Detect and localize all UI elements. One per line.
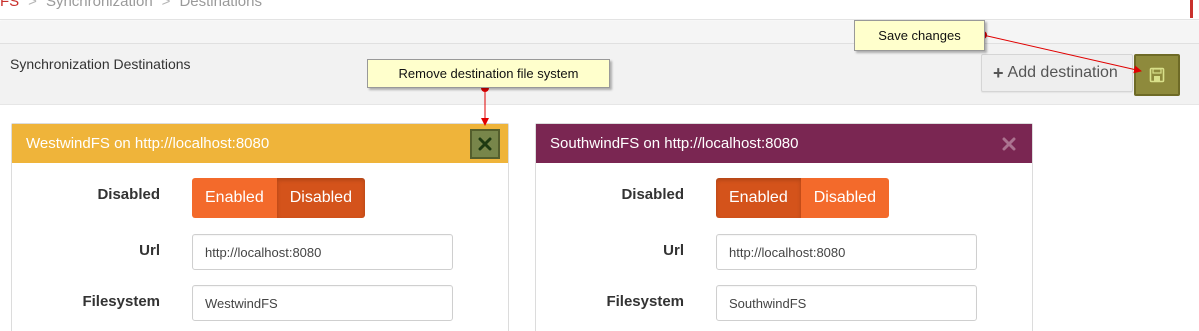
- page-gap: [0, 21, 1199, 43]
- save-changes-callout: Save changes: [854, 20, 985, 51]
- add-destination-button[interactable]: + Add destination: [981, 54, 1133, 92]
- breadcrumb-root[interactable]: FS: [0, 0, 19, 10]
- filesystem-input[interactable]: SouthwindFS: [716, 285, 977, 321]
- breadcrumb: FS > Synchronization > Destinations: [0, 0, 262, 10]
- destination-title: SouthwindFS on http://localhost:8080: [550, 135, 799, 152]
- plus-icon: +: [993, 62, 1004, 83]
- breadcrumb-item-synchronization[interactable]: Synchronization: [46, 0, 153, 10]
- breadcrumb-item-destinations: Destinations: [179, 0, 262, 10]
- disabled-row: Disabled Enabled Disabled: [536, 164, 1032, 228]
- disabled-toggle: Enabled Disabled: [192, 178, 365, 218]
- save-button[interactable]: [1134, 54, 1180, 96]
- disabled-label: Disabled: [621, 186, 684, 203]
- disabled-row: Disabled Enabled Disabled: [12, 164, 508, 228]
- close-icon: [1002, 137, 1016, 151]
- floppy-disk-icon: [1149, 67, 1165, 83]
- toggle-enabled-option[interactable]: Enabled: [192, 178, 277, 218]
- remove-destination-button[interactable]: [994, 129, 1024, 159]
- filesystem-row: Filesystem WestwindFS: [12, 285, 508, 321]
- url-label: Url: [663, 242, 684, 259]
- filesystem-label: Filesystem: [82, 293, 160, 310]
- destination-card-southwind: SouthwindFS on http://localhost:8080 Dis…: [535, 123, 1033, 331]
- disabled-label: Disabled: [97, 186, 160, 203]
- breadcrumb-separator: >: [28, 0, 37, 10]
- remove-destination-button[interactable]: [470, 129, 500, 159]
- close-icon: [478, 137, 492, 151]
- url-input[interactable]: http://localhost:8080: [192, 234, 453, 270]
- url-label: Url: [139, 242, 160, 259]
- destination-title: WestwindFS on http://localhost:8080: [26, 135, 270, 152]
- filesystem-label: Filesystem: [606, 293, 684, 310]
- destination-card-westwind: WestwindFS on http://localhost:8080 Disa…: [11, 123, 509, 331]
- url-row: Url http://localhost:8080: [536, 234, 1032, 270]
- toggle-disabled-option[interactable]: Disabled: [800, 178, 889, 218]
- breadcrumb-separator: >: [161, 0, 171, 10]
- toggle-enabled-option[interactable]: Enabled: [716, 178, 801, 218]
- filesystem-input[interactable]: WestwindFS: [192, 285, 453, 321]
- filesystem-row: Filesystem SouthwindFS: [536, 285, 1032, 321]
- destination-card-header: WestwindFS on http://localhost:8080: [12, 124, 508, 163]
- url-input[interactable]: http://localhost:8080: [716, 234, 977, 270]
- disabled-toggle: Enabled Disabled: [716, 178, 889, 218]
- destination-card-header: SouthwindFS on http://localhost:8080: [536, 124, 1032, 163]
- red-edge-marker: [1190, 0, 1193, 18]
- remove-destination-callout: Remove destination file system: [367, 59, 610, 88]
- add-destination-label: Add destination: [1007, 64, 1118, 81]
- url-row: Url http://localhost:8080: [12, 234, 508, 270]
- breadcrumb-bar: FS > Synchronization > Destinations: [0, 0, 1199, 20]
- page-title: Synchronization Destinations: [10, 56, 191, 72]
- toggle-disabled-option[interactable]: Disabled: [276, 178, 365, 218]
